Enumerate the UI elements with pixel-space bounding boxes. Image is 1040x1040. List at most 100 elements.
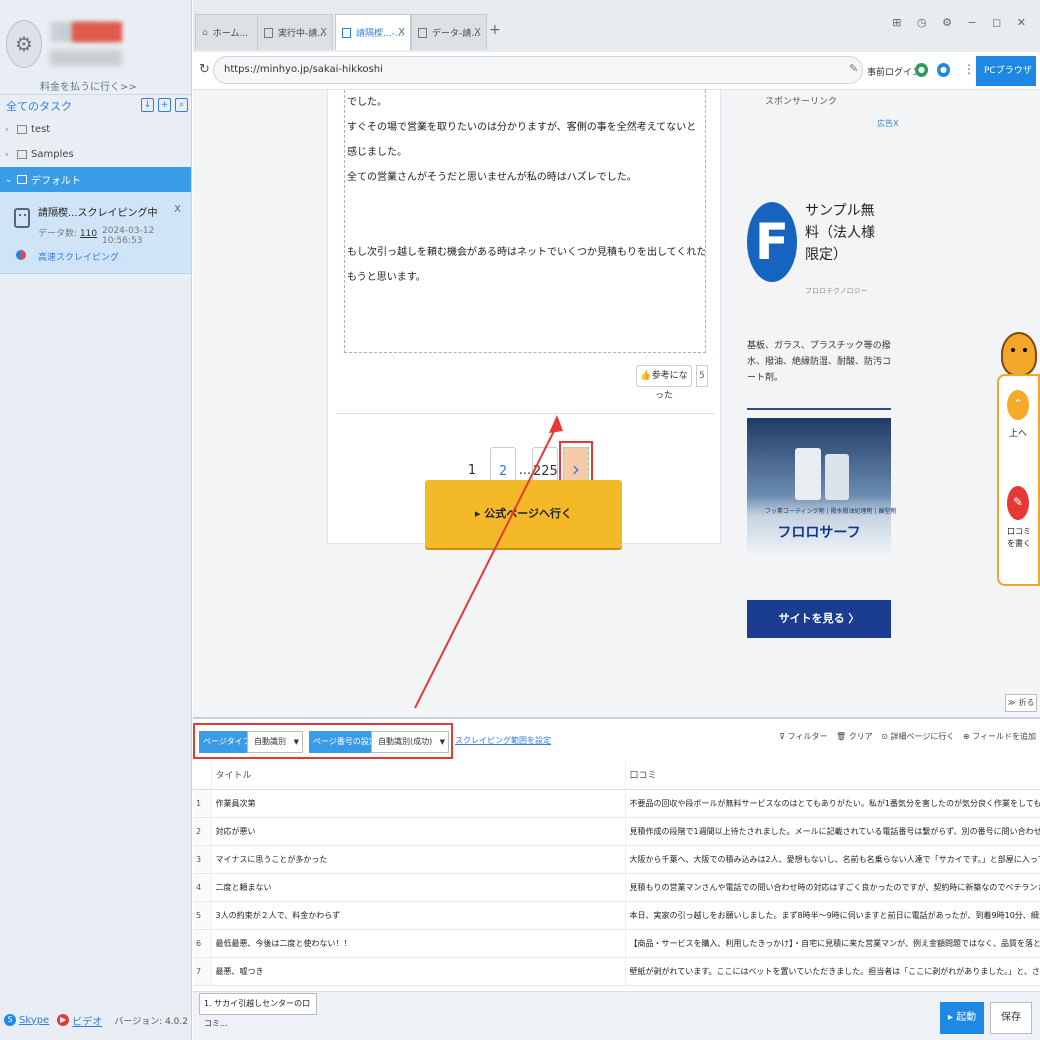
- extension-icon-green[interactable]: ●: [915, 63, 928, 77]
- tab-label: 請隔楔...-...: [356, 29, 404, 39]
- product-brand: フロロサーフ: [777, 525, 861, 541]
- scrape-range-link[interactable]: スクレイピング範囲を設定: [455, 735, 551, 746]
- detail-page-button[interactable]: ⊙ 詳細ページに行く: [881, 732, 954, 741]
- pay-link[interactable]: 料金を払うに行く>>: [40, 78, 137, 93]
- url-input[interactable]: https://minhyo.jp/sakai-hikkoshi: [213, 56, 863, 84]
- pc-browser-dropdown[interactable]: PCブラウザ ▾: [976, 56, 1036, 106]
- cell-review[interactable]: 不要品の回収や段ボールが無料サービスなのはとてもありがたい。私が1番気分を害した…: [625, 789, 1040, 818]
- table-row[interactable]: 3 マイナスに思うことが多かった 大阪から千葉へ、大阪での積み込みは2人、愛想もない…: [193, 845, 1040, 874]
- cell-title[interactable]: 対応が悪い: [211, 817, 626, 846]
- task-close-button[interactable]: X: [174, 204, 181, 215]
- add-field-button[interactable]: ⊕ フィールドを追加: [963, 732, 1036, 741]
- table-row[interactable]: 2 対応が悪い 見積作成の段階で1週間以上待たされました。メールに記載されている電話…: [193, 817, 1040, 846]
- table-row[interactable]: 1 作業員次第 不要品の回収や段ボールが無料サービスなのはとてもありがたい。私が1番…: [193, 789, 1040, 818]
- cell-title[interactable]: マイナスに思うことが多かった: [211, 845, 626, 874]
- skype-link[interactable]: Skype: [19, 1015, 49, 1026]
- close-icon[interactable]: X: [398, 27, 405, 38]
- window-controls[interactable]: ⊞ ◷ ⚙ − ◻ ✕: [892, 16, 1032, 29]
- product-bottle: [795, 448, 821, 500]
- cell-title[interactable]: 最悪、嘘つき: [211, 957, 626, 986]
- cell-review[interactable]: 見積もりの営業マンさんや電話での問い合わせ時の対応はすごく良かったのですが、契約…: [625, 873, 1040, 902]
- ad-mark[interactable]: 広告X: [877, 118, 898, 129]
- column-header-title[interactable]: タイトル: [211, 761, 626, 790]
- avatar[interactable]: ⚙: [6, 20, 42, 68]
- chevron-right-icon: ›: [5, 124, 9, 135]
- all-tasks-label[interactable]: 全てのタスク: [6, 98, 72, 114]
- ad-column: スポンサーリンク 広告X F サンプル無料（法人様限定） フロロテクノロジー 基…: [741, 90, 901, 717]
- filter-button[interactable]: ⊽ フィルター: [779, 732, 827, 741]
- reload-icon[interactable]: ↻: [199, 62, 210, 77]
- sheet-tab[interactable]: 1. サカイ引越しセンターの口コミ...: [199, 993, 317, 1028]
- table-row[interactable]: 7 最悪、嘘つき 壁紙が剥がれています。ここにはベットを置いていただきました。担当者…: [193, 957, 1040, 986]
- export-icon[interactable]: ↓: [141, 98, 154, 112]
- cell-title[interactable]: 作業員次第: [211, 789, 626, 818]
- page-icon: [418, 27, 427, 38]
- fast-scrape-link[interactable]: 高速スクレイピング: [38, 250, 119, 263]
- clear-button[interactable]: 🗑 クリア: [836, 732, 873, 741]
- cell-review[interactable]: 見積作成の段階で1週間以上待たされました。メールに記載されている電話番号は繋がら…: [625, 817, 1040, 846]
- ad-logo[interactable]: F: [747, 202, 797, 282]
- tab-active-page[interactable]: 請隔楔...-... X: [335, 14, 411, 50]
- review-card: でした。 すぐその場で営業を取りたいのは分かりますが、客側の事を全然考えてないと…: [327, 90, 721, 544]
- folder-icon: [17, 125, 27, 134]
- close-icon[interactable]: X: [320, 27, 327, 38]
- pencil-icon[interactable]: ✎: [1007, 486, 1029, 520]
- more-menu-icon[interactable]: ⋮: [963, 62, 975, 76]
- chevron-down-icon: ⌄: [5, 174, 13, 185]
- caret-down-icon: ▼: [439, 738, 445, 746]
- new-task-icon[interactable]: +: [158, 98, 171, 112]
- pencil-icon[interactable]: ✎: [849, 62, 858, 75]
- data-count-label: データ数:: [38, 229, 78, 239]
- tab-label: ホーム...: [212, 29, 249, 39]
- cell-review[interactable]: 壁紙が剥がれています。ここにはベットを置いていただきました。担当者は「ここに剥が…: [625, 957, 1040, 986]
- extension-icon-blue[interactable]: ●: [937, 63, 950, 77]
- tab-label: データ-請...: [432, 29, 480, 39]
- task-card[interactable]: 請隔楔...スクレイピング中 X データ数: 110 2024-03-12 10…: [0, 192, 191, 274]
- tree-item-test[interactable]: › test: [0, 117, 191, 142]
- run-button[interactable]: ▸ 起動: [940, 1002, 984, 1034]
- page-number-select[interactable]: 自動識別(成功) ▼: [371, 731, 449, 753]
- data-panel: ページタイプ 自動識別 ▼ ページ番号の設定 自動識別(成功) ▼ スクレイピン…: [193, 717, 1040, 1040]
- helpful-button[interactable]: 👍参考になった: [636, 365, 692, 401]
- page-type-select[interactable]: 自動識別 ▼: [247, 731, 303, 753]
- prelogin-button[interactable]: 事前ログイン: [867, 65, 921, 78]
- cell-title[interactable]: 最低最悪、今後は二度と使わない！！: [211, 929, 626, 958]
- cell-title[interactable]: 3人の約束が２人で、料金かわらず: [211, 901, 626, 930]
- caret-down-icon: ▼: [293, 738, 299, 746]
- cell-title[interactable]: 二度と頼まない: [211, 873, 626, 902]
- close-icon[interactable]: X: [474, 27, 481, 38]
- table-row[interactable]: 6 最低最悪、今後は二度と使わない！！ 【商品・サービスを購入、利用したきっかけ】・…: [193, 929, 1040, 958]
- to-top-label[interactable]: 上へ: [1009, 426, 1027, 439]
- cell-review[interactable]: 本日、実家の引っ越しをお願いしました。まず8時半～9時に伺いますと前日に電話があ…: [625, 901, 1040, 930]
- save-button[interactable]: 保存: [990, 1002, 1032, 1034]
- new-tab-button[interactable]: +: [489, 22, 501, 38]
- ad-product-image[interactable]: フッ素コーティング剤 | 撥水撥油処理剤 | 離型剤 フロロサーフ: [747, 418, 896, 558]
- row-index: 5: [193, 901, 212, 930]
- video-link[interactable]: ビデオ: [72, 1013, 102, 1028]
- search-task-icon[interactable]: ⌕: [175, 98, 188, 112]
- tree-item-default[interactable]: ⌄ デフォルト: [0, 167, 191, 192]
- tree-item-samples[interactable]: › Samples: [0, 142, 191, 167]
- arrow-up-icon[interactable]: ⌃: [1007, 390, 1029, 420]
- ad-site-button[interactable]: サイトを見る 〉: [747, 600, 891, 638]
- review-line: [345, 190, 705, 215]
- web-content: でした。 すぐその場で営業を取りたいのは分かりますが、客側の事を全然考えてないと…: [193, 90, 1040, 717]
- floating-widget: ⌃ 上へ ✎ 口コミを書く: [997, 332, 1040, 590]
- ad-description: 基板、ガラス、プラスチック等の撥水、撥油、絶縁防湿、耐酸、防汚コート剤。: [747, 341, 892, 383]
- tab-data[interactable]: データ-請... X: [411, 14, 487, 50]
- cell-review[interactable]: 【商品・サービスを購入、利用したきっかけ】・自宅に見積に来た営業マンが、例え金額…: [625, 929, 1040, 958]
- product-tags: フッ素コーティング剤 | 撥水撥油処理剤 | 離型剤: [765, 508, 897, 515]
- table-row[interactable]: 4 二度と頼まない 見積もりの営業マンさんや電話での問い合わせ時の対応はすごく良かっ…: [193, 873, 1040, 902]
- official-page-button[interactable]: ▸ 公式ページへ行く: [425, 480, 622, 548]
- table-row[interactable]: 5 3人の約束が２人で、料金かわらず 本日、実家の引っ越しをお願いしました。まず8時…: [193, 901, 1040, 930]
- fold-button[interactable]: ≫ 折る: [1005, 694, 1037, 712]
- cell-review[interactable]: 大阪から千葉へ、大阪での積み込みは2人、愛想もないし、名前も名乗らない人達で「サ…: [625, 845, 1040, 874]
- tab-bar: ⌂ ホーム... 実行中-請... X 請隔楔...-... X データ-請..…: [193, 0, 1040, 52]
- ad-company: フロロテクノロジー: [805, 287, 868, 295]
- ad-title[interactable]: サンプル無料（法人様限定）: [805, 200, 885, 266]
- write-review-label[interactable]: 口コミを書く: [1004, 526, 1034, 550]
- tab-running[interactable]: 実行中-請... X: [257, 14, 333, 50]
- profile-area: ⚙ 料金を払うに行く>>: [0, 0, 191, 95]
- data-count-value[interactable]: 110: [80, 229, 97, 239]
- column-header-review[interactable]: 口コミ: [625, 761, 1040, 790]
